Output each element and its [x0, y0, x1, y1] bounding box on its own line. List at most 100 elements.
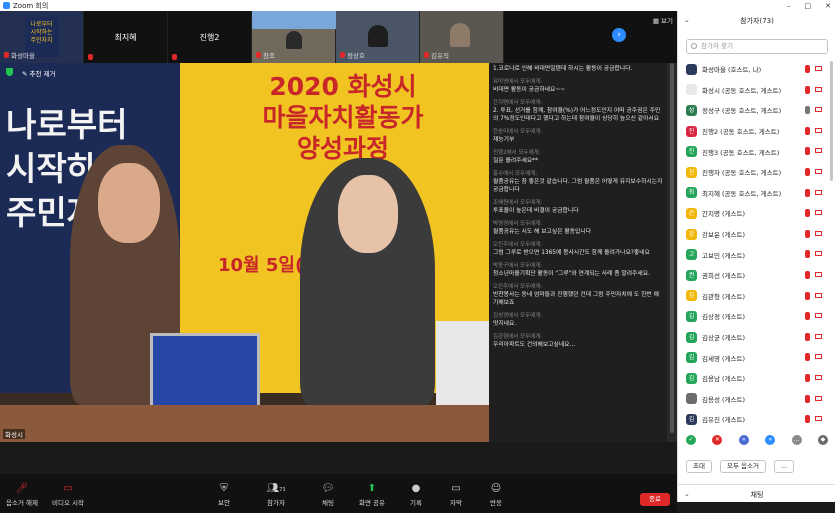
chat-button[interactable]: 💬︎ 채팅: [306, 484, 350, 508]
chat-message: 한송미에서 모두에게: 재능기부: [493, 128, 663, 144]
unmute-button[interactable]: 🎤︎ 음소거 해제: [0, 483, 44, 508]
chat-text: 투표율이 높은데 비결이 궁금합니다: [493, 208, 579, 214]
more-button[interactable]: ...: [773, 460, 795, 473]
reactions-button[interactable]: ☺ 반응: [474, 483, 518, 508]
mic-off-icon: [805, 85, 810, 94]
participant-name: 김상균 (게스트): [702, 334, 746, 343]
mic-off-icon: [805, 147, 810, 156]
participant-row[interactable]: 진 진행3 (공동 호스트, 게스트): [678, 141, 828, 162]
video-thumbnail[interactable]: 창조: [252, 11, 336, 63]
avatar: [686, 393, 697, 405]
feedback-icon[interactable]: «: [738, 435, 749, 445]
cc-icon: ▭: [451, 483, 461, 494]
participant-row[interactable]: 성구 정성구 (공동 호스트, 게스트): [678, 100, 828, 125]
chat-scrollbar[interactable]: [667, 63, 677, 442]
chat-message: 박영경에서 모두에게: 월품공유는 시도 해 보고싶은 활동입니다: [493, 220, 663, 236]
chat-sender: 홍수에서 모두에게:: [493, 171, 538, 177]
chat-message: 김관형에서 모두에게: 우리아파트도 건의해보고싶네요...: [493, 333, 663, 349]
participant-row[interactable]: 고 고보민 (게스트): [678, 244, 828, 265]
participant-row[interactable]: 김 김용남 (게스트): [678, 368, 828, 389]
pin-label: 추천 제거: [29, 70, 56, 78]
maximize-button[interactable]: □: [805, 2, 812, 10]
participants-button[interactable]: 👥︎73 참가자: [254, 484, 298, 508]
mic-off-icon: 🎤︎: [15, 483, 29, 494]
invite-button[interactable]: 초대: [686, 460, 712, 473]
camera-off-icon: [815, 66, 822, 71]
participant-row[interactable]: 김 김유진 (게스트): [678, 409, 828, 430]
participant-row[interactable]: 김용성 (게스트): [678, 389, 828, 410]
close-button[interactable]: ✕: [825, 2, 831, 10]
chat-message: 조혜원에서 모두에게: 투표율이 높은데 비결이 궁금합니다: [493, 199, 663, 215]
feedback-icon[interactable]: ◆: [817, 435, 828, 445]
participant-status: [805, 394, 822, 403]
chat-log: 1.코로나로 인해 비대면일텐데 하시는 활동이 궁금합니다. 유미영에서 모두…: [489, 63, 667, 442]
participant-name: 진행3 (공동 호스트, 게스트): [702, 148, 780, 157]
video-thumbnail[interactable]: 나로부터 시작하는 주민자치 화성마을: [0, 11, 84, 63]
participant-scrollbar[interactable]: [829, 59, 834, 431]
chat-section-header[interactable]: ⌄ 채팅: [678, 484, 835, 502]
participant-status: [805, 106, 822, 115]
camera-off-icon: [815, 189, 822, 195]
emoji-icon: ☺: [490, 483, 502, 494]
chat-text: 멋지네요.: [493, 321, 517, 327]
security-button[interactable]: ⛨ 보안: [202, 484, 246, 508]
camera-off-icon: [815, 271, 822, 277]
remove-pin-button[interactable]: ✎ 추천 제거: [22, 68, 56, 78]
captions-button[interactable]: ▭ 자막: [434, 483, 478, 508]
chat-message: 1.코로나로 인해 비대면일텐데 하시는 활동이 궁금합니다.: [493, 65, 663, 73]
chat-text: 비대면 활동이 궁금하네요~~: [493, 87, 566, 93]
participant-row[interactable]: 권 권희선 (게스트): [678, 265, 828, 286]
thumb-label: 최지혜: [114, 32, 137, 42]
scrollbar-thumb[interactable]: [830, 61, 833, 181]
video-thumbnail[interactable]: 최지혜: [84, 11, 168, 63]
participant-name: 권희선 (게스트): [702, 272, 746, 281]
participant-name: 화성시 (공동 호스트, 게스트): [702, 86, 782, 95]
feedback-icon[interactable]: ✓: [686, 435, 696, 445]
desk: [0, 405, 489, 442]
next-page-button[interactable]: ›: [612, 28, 626, 42]
participant-status: [805, 373, 822, 382]
end-meeting-button[interactable]: 종료: [640, 493, 670, 506]
mic-off-icon: [805, 353, 810, 362]
mic-off-icon: [256, 52, 261, 58]
mic-off-icon: [805, 188, 810, 197]
chat-sender: 박영경에서 모두에게:: [493, 221, 543, 227]
minimize-button[interactable]: –: [787, 2, 791, 10]
reactions-label: 반응: [490, 499, 502, 507]
video-thumbnail[interactable]: 정상호: [336, 11, 420, 63]
video-thumbnail[interactable]: 김유직: [420, 11, 504, 63]
participant-name: 강보윤 (게스트): [702, 231, 746, 240]
participant-row[interactable]: 김 김상균 (게스트): [678, 327, 828, 348]
feedback-icon[interactable]: »: [765, 435, 776, 445]
view-button[interactable]: ▦ 보기: [653, 15, 673, 25]
camera-off-icon: [815, 86, 822, 92]
participant-row[interactable]: 김 김상정 (게스트): [678, 306, 828, 327]
participant-row[interactable]: 김 김관형 (게스트): [678, 286, 828, 307]
participant-row[interactable]: 강 강보윤 (게스트): [678, 224, 828, 245]
participant-search-input[interactable]: 참가자 찾기: [686, 39, 828, 54]
participant-row[interactable]: 진 진행2 (공동 호스트, 게스트): [678, 121, 828, 142]
chat-message: 간지명에서 모두에게: 2. 투표, 선거를 함께, 참여율(%)가 어느정도인지…: [493, 99, 663, 123]
mic-off-icon: [805, 65, 810, 73]
participant-row[interactable]: 간 간지명 (게스트): [678, 203, 828, 224]
share-screen-button[interactable]: ⬆ 화면 공유: [350, 484, 394, 508]
feedback-icon[interactable]: …: [791, 435, 802, 445]
participant-row[interactable]: 김 김세영 (게스트): [678, 347, 828, 368]
chat-sender: 김성경에서 모두에게:: [493, 313, 543, 319]
participant-row[interactable]: 화성마을 (호스트, 나): [678, 59, 828, 80]
participant-status: [805, 209, 822, 218]
participant-status: [805, 147, 822, 156]
feedback-icon[interactable]: ✕: [712, 435, 723, 445]
video-thumbnail[interactable]: 진행2: [168, 11, 252, 63]
mute-all-button[interactable]: 모두 음소거: [719, 460, 766, 473]
scrollbar-thumb[interactable]: [670, 63, 674, 433]
avatar: 간: [686, 207, 697, 219]
participant-row[interactable]: 화성시 (공동 호스트, 게스트): [678, 80, 828, 101]
chat-message: 유미영에서 모두에게: 비대면 활동이 궁금하네요~~: [493, 78, 663, 94]
participant-row[interactable]: 진 진행자 (공동 호스트, 게스트): [678, 162, 828, 183]
start-video-button[interactable]: ▭ 비디오 시작: [46, 484, 90, 508]
participants-label: 참가자: [267, 499, 285, 507]
speaker-left-face: [98, 163, 160, 243]
record-button[interactable]: ● 기록: [394, 484, 438, 508]
participant-row[interactable]: 최 최지혜 (공동 호스트, 게스트): [678, 183, 828, 204]
